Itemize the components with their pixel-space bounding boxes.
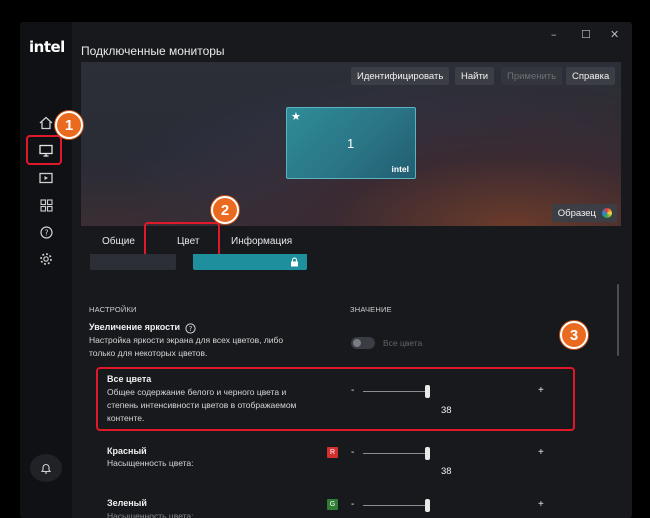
find-button[interactable]: Найти xyxy=(455,67,495,85)
red-decrease-button[interactable]: - xyxy=(351,447,354,458)
page-title: Подключенные мониторы xyxy=(81,44,225,58)
brightness-boost-title: Увеличение яркости xyxy=(89,322,181,332)
green-title: Зеленый xyxy=(107,498,147,508)
red-title: Красный xyxy=(107,446,147,456)
green-slider-track[interactable] xyxy=(363,505,428,506)
sample-button[interactable]: Образец xyxy=(551,204,617,222)
red-swatch: R xyxy=(327,447,338,458)
settings-column-header: НАСТРОЙКИ xyxy=(89,305,137,314)
tab-general[interactable]: Общие xyxy=(102,236,135,247)
monitor-layout-panel: Идентифицировать Найти Применить Справка… xyxy=(81,62,621,226)
brightness-boost-desc-line1: Настройка яркости экрана для всех цветов… xyxy=(89,335,284,345)
color-settings-content: НАСТРОЙКИ ЗНАЧЕНИЕ Увеличение яркости ? … xyxy=(81,254,621,518)
scrollbar[interactable] xyxy=(617,284,619,356)
green-swatch: G xyxy=(327,499,338,510)
red-increase-button[interactable]: + xyxy=(538,447,544,458)
help-icon[interactable]: ? xyxy=(33,221,59,243)
all-colors-highlight xyxy=(96,367,575,431)
apply-button[interactable]: Применить xyxy=(501,67,563,85)
star-icon: ★ xyxy=(291,111,301,123)
monitor-brand: intel xyxy=(391,164,409,174)
close-button[interactable]: ✕ xyxy=(610,28,619,41)
apps-grid-icon[interactable] xyxy=(33,194,59,216)
monitor-tile-1[interactable]: ★ 1 intel xyxy=(286,107,416,179)
display-icon[interactable] xyxy=(33,139,59,161)
brightness-boost-toggle-label: Все цвета xyxy=(383,338,423,348)
preset-button-stub[interactable] xyxy=(90,254,176,270)
lock-button-stub[interactable] xyxy=(193,254,307,270)
brightness-boost-desc-line2: только для некоторых цветов. xyxy=(89,348,208,358)
callout-badge-1: 1 xyxy=(55,111,83,139)
green-increase-button[interactable]: + xyxy=(538,499,544,510)
monitor-number: 1 xyxy=(347,136,355,151)
identify-button[interactable]: Идентифицировать xyxy=(351,67,450,85)
red-slider-thumb[interactable] xyxy=(425,447,430,460)
callout-badge-3: 3 xyxy=(560,321,588,349)
green-decrease-button[interactable]: - xyxy=(351,499,354,510)
color-wheel-icon xyxy=(602,208,612,218)
video-icon[interactable] xyxy=(33,167,59,189)
value-column-header: ЗНАЧЕНИЕ xyxy=(350,305,392,314)
red-slider-track[interactable] xyxy=(363,453,428,454)
sample-button-label: Образец xyxy=(557,207,596,219)
svg-text:?: ? xyxy=(44,228,48,237)
svg-text:?: ? xyxy=(189,325,193,333)
help-button[interactable]: Справка xyxy=(566,67,616,85)
red-desc: Насыщенность цвета: xyxy=(107,458,194,468)
maximize-button[interactable]: ☐ xyxy=(581,28,591,41)
callout-badge-2: 2 xyxy=(211,196,239,224)
tab-information[interactable]: Информация xyxy=(231,236,292,247)
intel-logo: intel xyxy=(29,38,65,56)
lock-icon xyxy=(291,257,298,267)
green-slider-thumb[interactable] xyxy=(425,499,430,512)
bell-icon[interactable] xyxy=(30,454,62,482)
intel-graphics-window: intel ? – ☐ ✕ Подключенные мониторы Иден… xyxy=(20,22,632,518)
green-desc: Насыщенность цвета: xyxy=(107,511,194,518)
sidebar: intel ? xyxy=(20,22,72,518)
red-value: 38 xyxy=(441,466,452,477)
settings-gear-icon[interactable] xyxy=(33,248,59,270)
minimize-button[interactable]: – xyxy=(551,28,557,41)
brightness-boost-toggle[interactable] xyxy=(351,337,375,349)
